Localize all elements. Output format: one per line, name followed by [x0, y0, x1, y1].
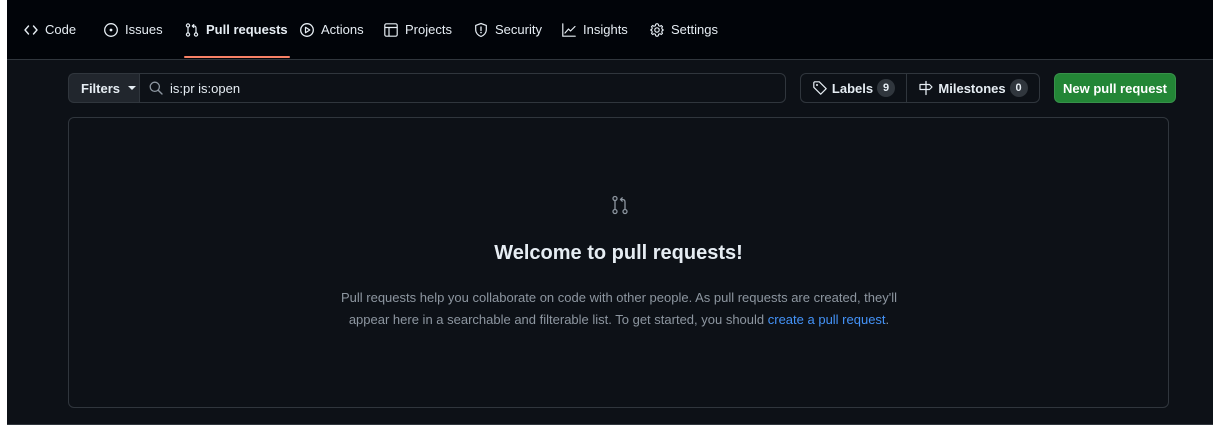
chevron-down-icon	[128, 86, 137, 90]
search-icon	[148, 80, 164, 96]
labels-milestones-group: Labels 9 Milestones 0	[800, 73, 1040, 103]
create-pull-request-link[interactable]: create a pull request	[768, 312, 886, 327]
tag-icon	[812, 80, 828, 96]
active-tab-indicator	[184, 56, 290, 58]
tab-settings[interactable]: Settings	[649, 0, 718, 60]
git-pull-request-icon	[184, 22, 200, 38]
tab-security[interactable]: Security	[473, 0, 542, 60]
shield-icon	[473, 22, 489, 38]
filters-label: Filters	[81, 80, 121, 96]
issue-opened-icon	[103, 22, 119, 38]
tab-settings-label: Settings	[671, 22, 718, 37]
code-icon	[23, 22, 39, 38]
empty-state-line-2: appear here in a searchable and filterab…	[348, 312, 768, 327]
table-icon	[383, 22, 399, 38]
filters-button[interactable]: Filters	[68, 73, 139, 103]
milestones-count-badge: 0	[1009, 79, 1028, 97]
tab-actions-label: Actions	[321, 22, 364, 37]
labels-count-badge: 9	[877, 79, 896, 97]
graph-icon	[561, 22, 577, 38]
tab-issues[interactable]: Issues	[103, 0, 163, 60]
search-input[interactable]	[170, 80, 750, 96]
search-field[interactable]	[139, 73, 786, 103]
git-pull-request-icon	[611, 195, 629, 215]
tab-pull-requests[interactable]: Pull requests	[184, 0, 288, 60]
milestones-button[interactable]: Milestones 0	[907, 74, 1039, 102]
milestones-label: Milestones	[938, 80, 1006, 96]
empty-state-title: Welcome to pull requests!	[494, 242, 743, 264]
play-icon	[299, 22, 315, 38]
tab-insights-label: Insights	[583, 22, 628, 37]
tab-insights[interactable]: Insights	[561, 0, 628, 60]
new-pull-request-button[interactable]: New pull request	[1054, 73, 1176, 103]
empty-state-period: .	[885, 312, 890, 327]
empty-state-panel: Welcome to pull requests! Pull requests …	[68, 117, 1169, 408]
labels-label: Labels	[831, 80, 874, 96]
tab-pull-requests-label: Pull requests	[206, 22, 288, 37]
tab-code[interactable]: Code	[23, 0, 76, 60]
tab-actions[interactable]: Actions	[299, 0, 364, 60]
gear-icon	[649, 22, 665, 38]
empty-state-line-1: Pull requests help you collaborate on co…	[340, 290, 898, 305]
tab-security-label: Security	[495, 22, 542, 37]
milestone-icon	[918, 80, 934, 96]
tab-code-label: Code	[45, 22, 77, 37]
repo-nav: Code Issues Pull requests Actions Projec…	[7, 0, 1213, 60]
tab-projects[interactable]: Projects	[383, 0, 452, 60]
empty-state-description: Pull requests help you collaborate on co…	[269, 287, 969, 331]
repo-page: Code Issues Pull requests Actions Projec…	[7, 0, 1213, 425]
labels-button[interactable]: Labels 9	[801, 74, 907, 102]
tab-issues-label: Issues	[125, 22, 163, 37]
tab-projects-label: Projects	[405, 22, 452, 37]
